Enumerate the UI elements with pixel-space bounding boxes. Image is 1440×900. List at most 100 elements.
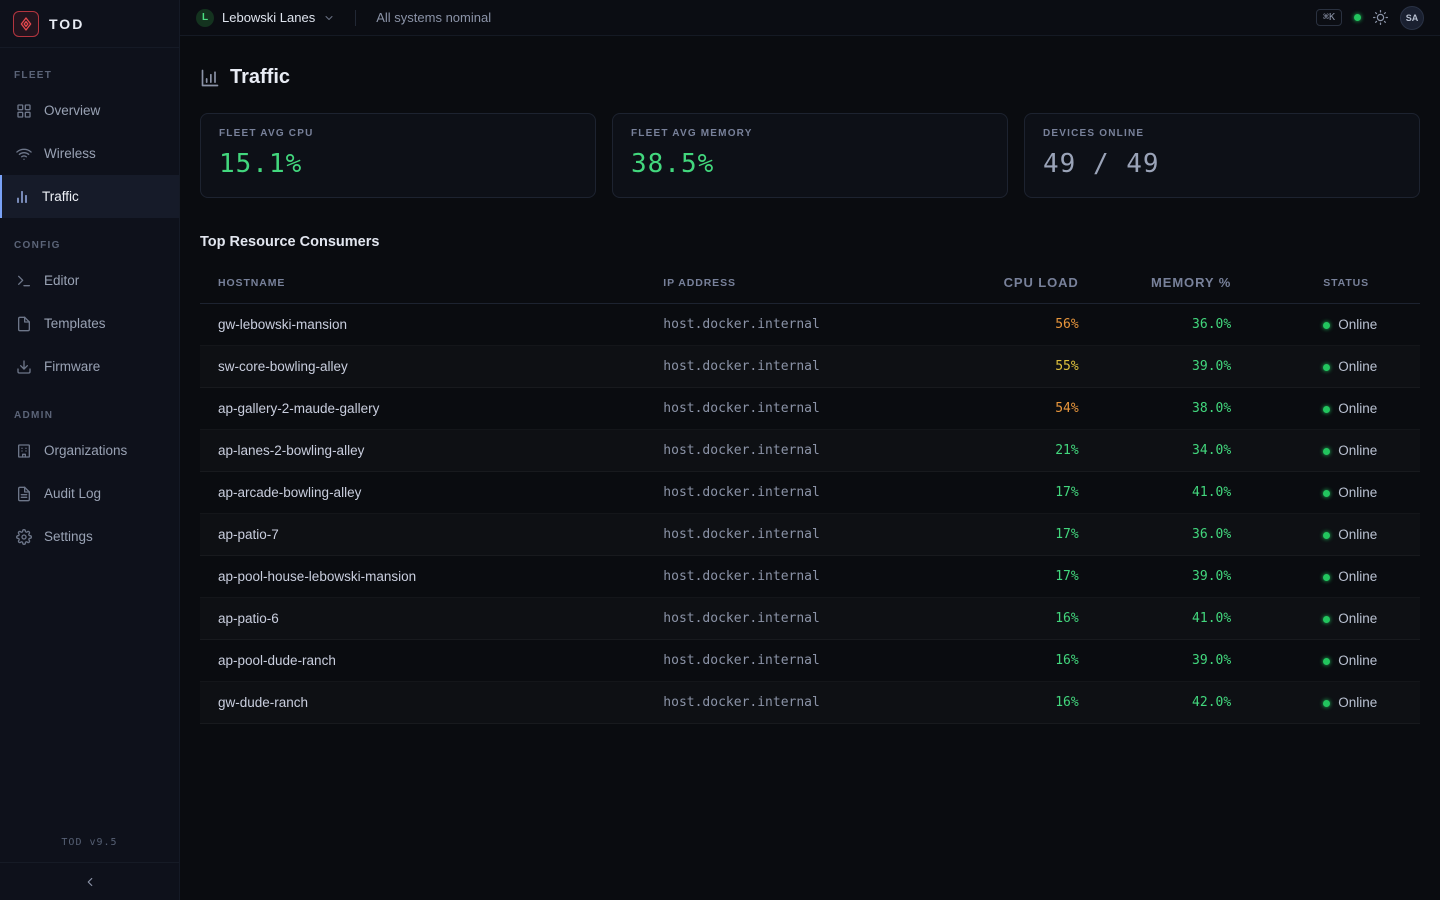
cpu-cell: 17% — [975, 514, 1097, 556]
hostname-cell: gw-lebowski-mansion — [200, 304, 645, 346]
wifi-icon — [16, 146, 32, 162]
sidebar-item-label: Overview — [44, 103, 100, 118]
section-label-fleet: FLEET — [0, 70, 179, 81]
stat-value: 15.1% — [219, 149, 577, 179]
column-header-cpu[interactable]: CPU LOAD — [975, 262, 1097, 304]
sidebar-item-traffic[interactable]: Traffic — [0, 175, 179, 218]
org-name: Lebowski Lanes — [222, 10, 315, 25]
table-row[interactable]: ap-patio-6 host.docker.internal 16% 41.0… — [200, 598, 1420, 640]
page-title-row: Traffic — [200, 66, 1420, 89]
sidebar-item-label: Wireless — [44, 146, 96, 161]
hostname-cell: sw-core-bowling-alley — [200, 346, 645, 388]
app-name: TOD — [49, 16, 84, 32]
chevron-left-icon — [83, 875, 97, 889]
stat-card-fleet-avg-cpu: FLEET AVG CPU 15.1% — [200, 113, 596, 198]
memory-cell: 39.0% — [1097, 556, 1250, 598]
sidebar-nav: FLEET Overview Wireless Traffic CONFIG E… — [0, 48, 179, 827]
status-cell: Online — [1249, 304, 1420, 346]
cpu-cell: 17% — [975, 556, 1097, 598]
stat-label: DEVICES ONLINE — [1043, 128, 1401, 139]
table-title: Top Resource Consumers — [200, 234, 1420, 250]
sidebar-item-label: Organizations — [44, 443, 127, 458]
page-title: Traffic — [230, 66, 290, 89]
status-cell: Online — [1249, 682, 1420, 724]
user-avatar[interactable]: SA — [1400, 6, 1424, 30]
stat-label: FLEET AVG MEMORY — [631, 128, 989, 139]
app-logo-row: TOD — [0, 0, 179, 48]
chevron-down-icon — [323, 12, 335, 24]
table-row[interactable]: ap-patio-7 host.docker.internal 17% 36.0… — [200, 514, 1420, 556]
bar-chart-icon — [14, 189, 30, 205]
table-header-row: HOSTNAME IP ADDRESS CPU LOAD MEMORY % ST… — [200, 262, 1420, 304]
system-status-text: All systems nominal — [376, 10, 491, 25]
status-label: Online — [1338, 401, 1377, 416]
status-cell: Online — [1249, 472, 1420, 514]
online-dot-icon — [1323, 490, 1330, 497]
top-bar-actions: ⌘K SA — [1316, 6, 1424, 30]
table-row[interactable]: ap-pool-house-lebowski-mansion host.dock… — [200, 556, 1420, 598]
gear-icon — [16, 529, 32, 545]
sidebar-item-label: Editor — [44, 273, 79, 288]
hostname-cell: ap-gallery-2-maude-gallery — [200, 388, 645, 430]
sidebar-item-settings[interactable]: Settings — [0, 515, 179, 558]
column-header-ip[interactable]: IP ADDRESS — [645, 262, 974, 304]
status-cell: Online — [1249, 346, 1420, 388]
memory-cell: 42.0% — [1097, 682, 1250, 724]
stat-value: 38.5% — [631, 149, 989, 179]
theme-toggle-button[interactable] — [1373, 10, 1388, 25]
sidebar: TOD FLEET Overview Wireless Traffic CONF… — [0, 0, 180, 900]
health-status-dot-icon — [1354, 14, 1361, 21]
header-divider — [355, 10, 356, 26]
status-label: Online — [1338, 485, 1377, 500]
online-dot-icon — [1323, 364, 1330, 371]
table-row[interactable]: ap-gallery-2-maude-gallery host.docker.i… — [200, 388, 1420, 430]
building-icon — [16, 443, 32, 459]
sidebar-item-organizations[interactable]: Organizations — [0, 429, 179, 472]
status-label: Online — [1338, 359, 1377, 374]
hostname-cell: ap-patio-7 — [200, 514, 645, 556]
memory-cell: 36.0% — [1097, 304, 1250, 346]
status-label: Online — [1338, 443, 1377, 458]
cpu-cell: 54% — [975, 388, 1097, 430]
column-header-status[interactable]: STATUS — [1249, 262, 1420, 304]
status-cell: Online — [1249, 556, 1420, 598]
online-dot-icon — [1323, 532, 1330, 539]
sidebar-item-firmware[interactable]: Firmware — [0, 345, 179, 388]
ip-cell: host.docker.internal — [645, 514, 974, 556]
ip-cell: host.docker.internal — [645, 472, 974, 514]
file-icon — [16, 316, 32, 332]
table-row[interactable]: ap-arcade-bowling-alley host.docker.inte… — [200, 472, 1420, 514]
sidebar-item-editor[interactable]: Editor — [0, 259, 179, 302]
sidebar-item-templates[interactable]: Templates — [0, 302, 179, 345]
sidebar-item-wireless[interactable]: Wireless — [0, 132, 179, 175]
online-dot-icon — [1323, 616, 1330, 623]
app-version: TOD v9.5 — [0, 827, 179, 862]
app-root: TOD FLEET Overview Wireless Traffic CONF… — [0, 0, 1440, 900]
column-header-memory[interactable]: MEMORY % — [1097, 262, 1250, 304]
cpu-cell: 17% — [975, 472, 1097, 514]
download-icon — [16, 359, 32, 375]
ip-cell: host.docker.internal — [645, 682, 974, 724]
page-content: Traffic FLEET AVG CPU 15.1% FLEET AVG ME… — [180, 36, 1440, 900]
command-palette-shortcut[interactable]: ⌘K — [1316, 9, 1342, 26]
sidebar-collapse-button[interactable] — [0, 862, 179, 900]
sidebar-item-overview[interactable]: Overview — [0, 89, 179, 132]
column-header-hostname[interactable]: HOSTNAME — [200, 262, 645, 304]
memory-cell: 38.0% — [1097, 388, 1250, 430]
table-row[interactable]: sw-core-bowling-alley host.docker.intern… — [200, 346, 1420, 388]
org-avatar: L — [196, 9, 214, 27]
online-dot-icon — [1323, 322, 1330, 329]
hostname-cell: ap-patio-6 — [200, 598, 645, 640]
sidebar-item-label: Audit Log — [44, 486, 101, 501]
table-row[interactable]: ap-pool-dude-ranch host.docker.internal … — [200, 640, 1420, 682]
sidebar-item-label: Settings — [44, 529, 93, 544]
org-switcher[interactable]: L Lebowski Lanes — [196, 9, 335, 27]
status-label: Online — [1338, 695, 1377, 710]
table-row[interactable]: ap-lanes-2-bowling-alley host.docker.int… — [200, 430, 1420, 472]
table-row[interactable]: gw-dude-ranch host.docker.internal 16% 4… — [200, 682, 1420, 724]
status-label: Online — [1338, 653, 1377, 668]
table-row[interactable]: gw-lebowski-mansion host.docker.internal… — [200, 304, 1420, 346]
stat-card-fleet-avg-memory: FLEET AVG MEMORY 38.5% — [612, 113, 1008, 198]
section-label-admin: ADMIN — [0, 410, 179, 421]
sidebar-item-audit-log[interactable]: Audit Log — [0, 472, 179, 515]
